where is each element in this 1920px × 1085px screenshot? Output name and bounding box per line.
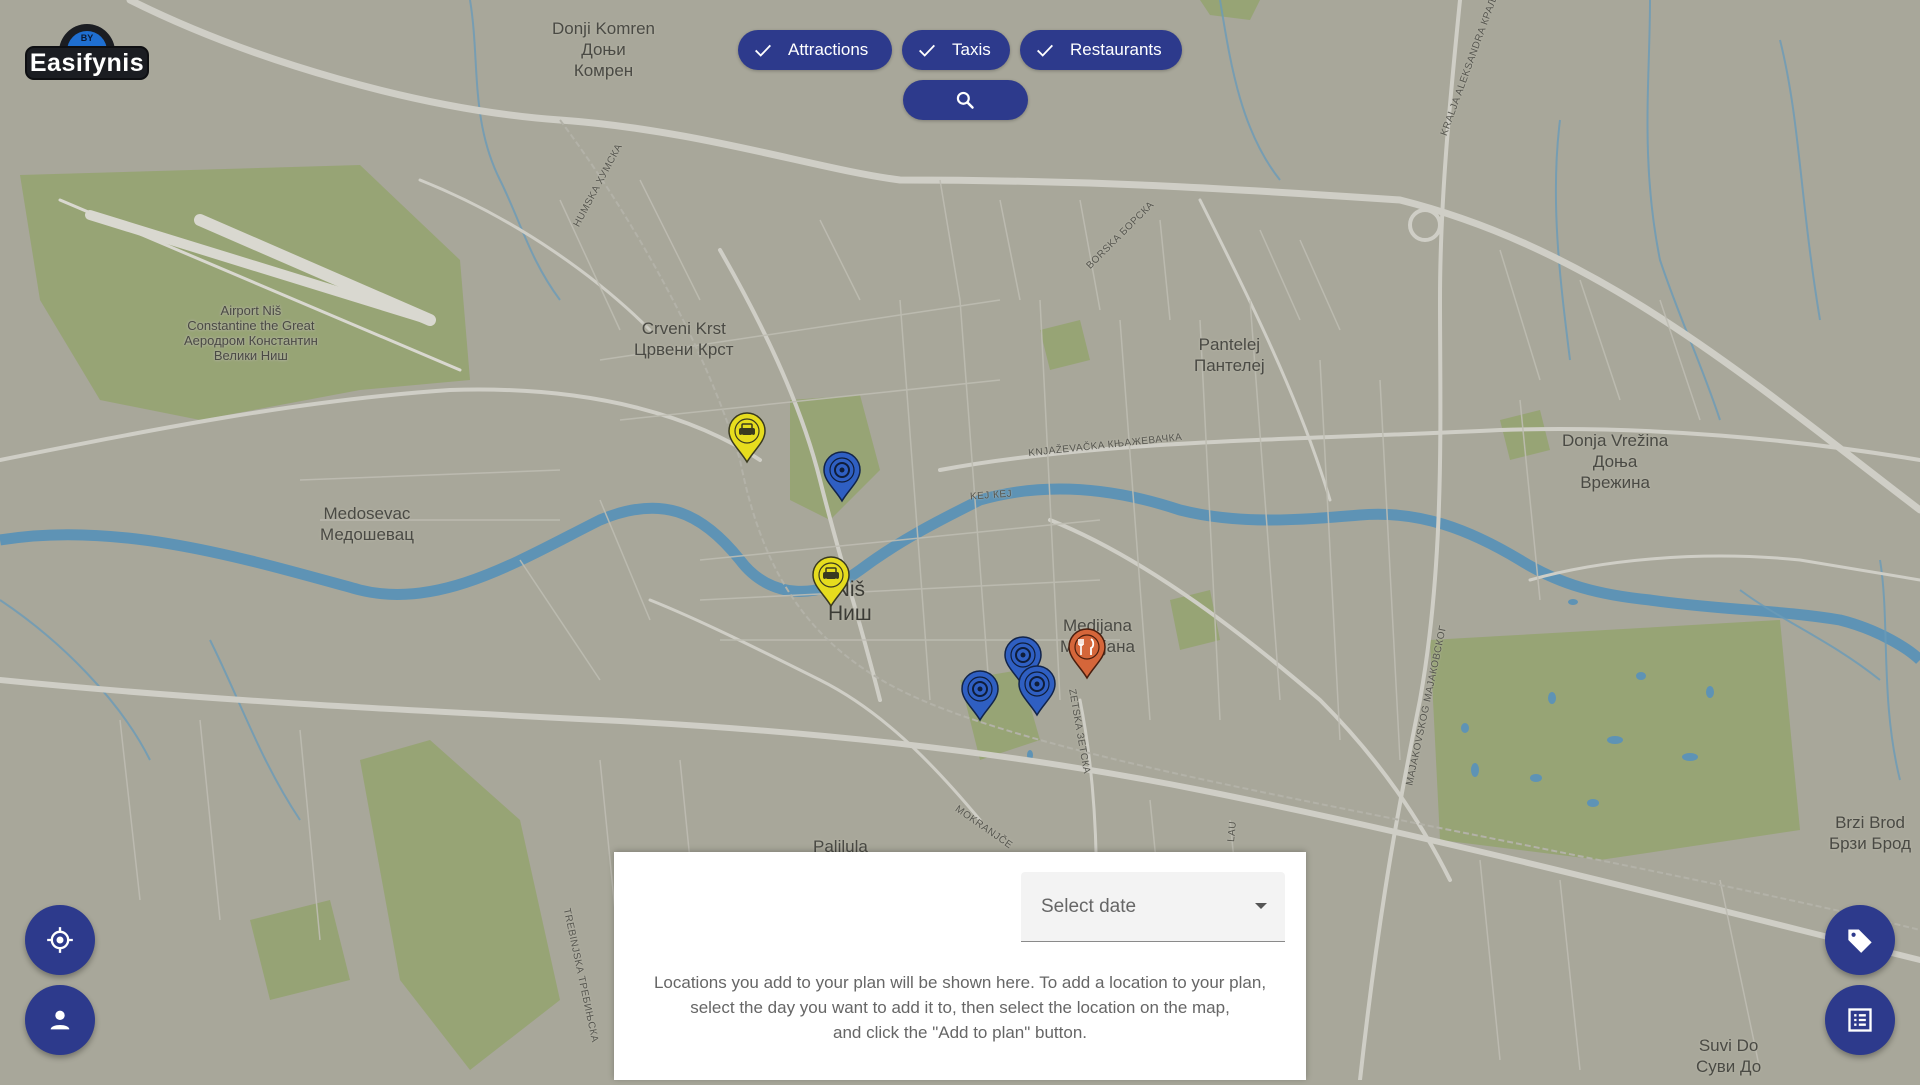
filter-chip-label: Taxis: [952, 40, 991, 59]
person-icon: [50, 1010, 70, 1030]
chevron-down-icon: [1255, 903, 1267, 909]
check-icon: [1037, 44, 1053, 57]
taxi-marker[interactable]: [726, 412, 768, 464]
tag-icon: [1848, 929, 1872, 953]
attraction-marker[interactable]: [821, 451, 863, 503]
crosshair-icon: [47, 927, 73, 953]
check-icon: [919, 44, 935, 57]
list-icon: [1848, 1008, 1872, 1032]
plan-help-line: Locations you add to your plan will be s…: [653, 973, 1267, 992]
place-label-brzi-brod: Brzi Brod Брзи Брод: [1829, 813, 1912, 853]
logo-text: Easifynis: [29, 49, 145, 77]
attraction-marker[interactable]: [1016, 665, 1058, 717]
filter-chip-taxis[interactable]: Taxis: [902, 30, 1010, 70]
search-button[interactable]: [903, 80, 1028, 120]
taxi-marker[interactable]: [810, 556, 852, 608]
street-label-lau: LAU: [1226, 820, 1239, 843]
place-label-airport: Airport Niš Constantine the Great Аеродром…: [184, 303, 318, 363]
place-label-donji-komren: Donji Komren Доњи Комрен: [552, 19, 655, 80]
logo-by-text: BY: [80, 33, 94, 43]
date-select[interactable]: Select date: [1021, 872, 1285, 942]
place-label-donja-vrezina: Donja Vrežina Доња Врежина: [1562, 431, 1669, 492]
plan-help-text: Locations you add to your plan will be s…: [624, 970, 1296, 1045]
place-label-medosevac: Medosevac Медошевац: [320, 504, 414, 544]
tags-button[interactable]: [1825, 905, 1895, 975]
place-label-pantelej: Pantelej Пантелеј: [1194, 335, 1265, 375]
restaurant-marker[interactable]: [1066, 628, 1108, 680]
check-icon: [755, 44, 771, 57]
profile-button[interactable]: [25, 985, 95, 1055]
place-label-crveni-krst: Crveni Krst Црвени Крст: [634, 319, 734, 359]
filter-chip-restaurants[interactable]: Restaurants: [1020, 30, 1182, 70]
filter-chip-label: Restaurants: [1070, 40, 1162, 59]
plan-help-line: select the day you want to add it to, th…: [690, 998, 1230, 1017]
filter-chip-label: Attractions: [788, 40, 869, 59]
locate-me-button[interactable]: [25, 905, 95, 975]
app-logo: BY Easifynis: [25, 24, 149, 80]
search-icon: [956, 91, 974, 109]
attraction-marker[interactable]: [959, 670, 1001, 722]
filter-chip-attractions[interactable]: Attractions: [738, 30, 892, 70]
place-label-suvi-do: Suvi Do Суви До: [1696, 1036, 1762, 1076]
date-select-placeholder: Select date: [1041, 896, 1137, 917]
plan-panel: Select date Locations you add to your pl…: [614, 852, 1306, 1080]
plan-help-line: and click the "Add to plan" button.: [832, 1023, 1087, 1042]
plan-list-button[interactable]: [1825, 985, 1895, 1055]
